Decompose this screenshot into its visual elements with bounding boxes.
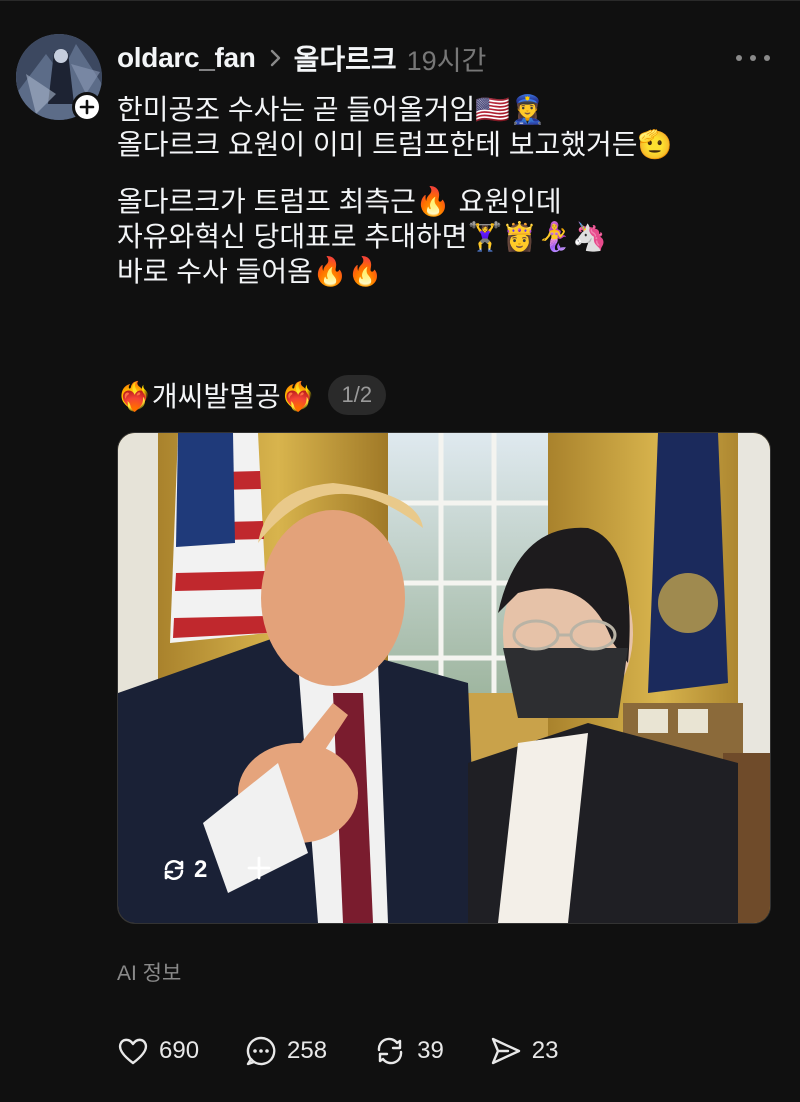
plus-icon <box>79 99 95 115</box>
topic-tag[interactable]: ❤️‍🔥개씨발멸공❤️‍🔥 <box>117 375 316 415</box>
username[interactable]: oldarc_fan <box>117 42 256 74</box>
paragraph-2: 올다르크가 트럼프 최측근🔥 요원인데 자유와혁신 당대표로 추대하면🏋️‍♀️… <box>117 184 777 289</box>
follow-button[interactable] <box>72 92 102 122</box>
tag-row: ❤️‍🔥개씨발멸공❤️‍🔥 1/2 <box>117 373 387 417</box>
comment-button[interactable]: 258 <box>245 1035 327 1067</box>
repost-button[interactable]: 39 <box>373 1035 444 1067</box>
text-line: 한미공조 수사는 곧 들어올거임🇺🇸👮‍♀️ <box>117 94 545 125</box>
text-line: 올다르크가 트럼프 최측근🔥 요원인데 <box>117 186 562 217</box>
like-count: 690 <box>159 1037 200 1064</box>
post-time: 19시간 <box>406 45 487 76</box>
ai-info-label[interactable]: AI 정보 <box>117 957 181 987</box>
author-avatar[interactable] <box>16 34 102 122</box>
top-divider <box>0 0 800 1</box>
repost-count: 39 <box>417 1037 444 1064</box>
text-line: 자유와혁신 당대표로 추대하면🏋️‍♀️👸🧜‍♀️🦄 <box>117 221 607 252</box>
share-count: 23 <box>531 1037 559 1064</box>
post-body: 한미공조 수사는 곧 들어올거임🇺🇸👮‍♀️ 올다르크 요원이 이미 트럼프한테… <box>117 92 777 311</box>
plus-icon <box>247 856 271 880</box>
post-image[interactable] <box>117 432 771 924</box>
more-horizontal-icon <box>736 55 742 61</box>
text-line: 올다르크 요원이 이미 트럼프한테 보고했거든🫡 <box>117 129 673 160</box>
paragraph-1: 한미공조 수사는 곧 들어올거임🇺🇸👮‍♀️ 올다르크 요원이 이미 트럼프한테… <box>117 92 777 162</box>
repost-icon <box>164 860 184 880</box>
heart-icon <box>118 1038 148 1065</box>
like-button[interactable]: 690 <box>117 1036 199 1066</box>
add-button[interactable] <box>245 854 273 882</box>
more-options-button[interactable] <box>736 46 770 70</box>
image-repost-chip[interactable]: 2 <box>160 852 207 888</box>
text-line: 바로 수사 들어옴🔥🔥 <box>117 256 383 287</box>
action-bar: 690 258 39 23 <box>117 1030 605 1072</box>
share-button[interactable]: 23 <box>490 1036 559 1066</box>
post-header: oldarc_fan 올다르크 19시간 <box>117 38 486 78</box>
comment-count: 258 <box>287 1037 328 1064</box>
repost-icon <box>377 1037 403 1065</box>
page-indicator: 1/2 <box>327 375 387 415</box>
comment-icon <box>246 1036 276 1066</box>
image-repost-count: 2 <box>194 856 208 883</box>
photo-illustration <box>118 433 770 923</box>
send-icon <box>491 1037 520 1065</box>
chevron-right-icon <box>270 49 282 67</box>
community-name[interactable]: 올다르크 <box>294 38 397 78</box>
